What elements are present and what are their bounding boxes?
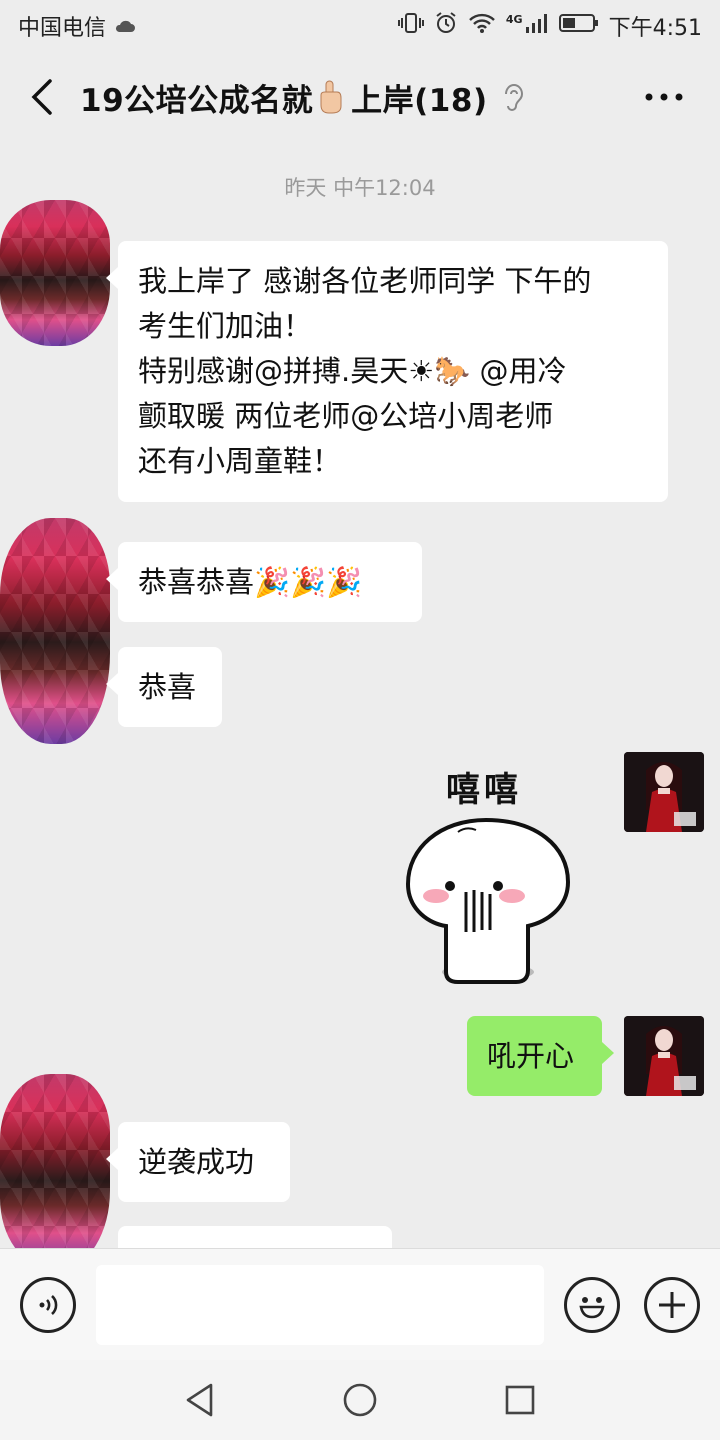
plus-icon bbox=[659, 1292, 685, 1318]
chat-title: 19公培公成名就 上岸(18) bbox=[80, 52, 524, 142]
triangle-back-icon bbox=[186, 1383, 213, 1417]
battery-icon bbox=[558, 13, 599, 39]
carrier-label: 中国电信 bbox=[18, 16, 107, 41]
vibrate-icon bbox=[397, 12, 424, 40]
message-line: 颤取暖 两位老师@公培小周老师 bbox=[138, 399, 554, 433]
cloud-icon bbox=[114, 14, 136, 39]
message-bubble[interactable]: 逆袭成功 bbox=[106, 1122, 290, 1202]
message-line: 考生们加油！ bbox=[138, 309, 313, 343]
message-line: 还有小周童鞋！ bbox=[138, 444, 342, 478]
network-type-label: 4G bbox=[505, 12, 523, 26]
chat-title-suffix: 上岸(18) bbox=[351, 82, 488, 119]
voice-waves-icon bbox=[39, 1295, 58, 1315]
woman-in-red-dress-avatar-icon bbox=[624, 1016, 704, 1096]
chat-title-prefix: 19公培公成名就 bbox=[80, 82, 314, 119]
sticker[interactable]: 嘻嘻 bbox=[396, 762, 576, 984]
circle-home-icon bbox=[343, 1383, 377, 1417]
signal-icon bbox=[525, 12, 549, 40]
emoji-button[interactable] bbox=[564, 1277, 620, 1333]
ear-icon bbox=[502, 82, 524, 112]
message-text: 恭喜 bbox=[138, 670, 197, 704]
message-input[interactable] bbox=[96, 1265, 544, 1345]
smiling-blob-icon bbox=[405, 817, 571, 984]
message-bubble[interactable]: 恭喜恭喜🎉🎉🎉 bbox=[106, 542, 422, 622]
avatar[interactable] bbox=[0, 1074, 110, 1248]
avatar[interactable] bbox=[0, 518, 110, 744]
smiley-icon bbox=[579, 1297, 605, 1319]
title-bar: 19公培公成名就 上岸(18) bbox=[0, 52, 720, 142]
back-button[interactable] bbox=[22, 74, 62, 120]
message-bubble[interactable] bbox=[118, 1226, 392, 1248]
square-recents-icon bbox=[505, 1385, 535, 1415]
more-options-button[interactable] bbox=[644, 80, 684, 114]
message-bubble-mine[interactable]: 吼开心 bbox=[467, 1016, 614, 1096]
voice-input-button[interactable] bbox=[20, 1277, 76, 1333]
status-right: 4G 下午4:51 bbox=[397, 10, 702, 42]
message-text: 逆袭成功 bbox=[138, 1145, 255, 1179]
pointing-finger-emoji-icon bbox=[315, 79, 345, 115]
nav-back-button[interactable] bbox=[178, 1378, 222, 1422]
status-left: 中国电信 bbox=[18, 10, 136, 42]
woman-in-red-dress-avatar-icon bbox=[624, 752, 704, 832]
message-text: 恭喜恭喜🎉🎉🎉 bbox=[138, 565, 363, 599]
message-bubble[interactable]: 我上岸了 感谢各位老师同学 下午的 考生们加油！ 特别感谢@拼搏.昊天☀🐎 @用… bbox=[106, 241, 668, 502]
nav-home-button[interactable] bbox=[338, 1378, 382, 1422]
more-functions-button[interactable] bbox=[644, 1277, 700, 1333]
nav-recents-button[interactable] bbox=[498, 1378, 542, 1422]
more-dots-icon bbox=[645, 93, 683, 101]
my-avatar[interactable] bbox=[624, 1016, 704, 1096]
message-bubble[interactable]: 恭喜 bbox=[106, 647, 222, 727]
clock-label: 下午4:51 bbox=[608, 16, 702, 41]
chat-area[interactable]: 昨天 中午12:04 我上岸了 感谢各位老师同学 下午的 考生们加油！ 特别感谢… bbox=[0, 142, 720, 1248]
avatar[interactable] bbox=[0, 200, 110, 346]
alarm-icon bbox=[434, 11, 458, 41]
chevron-left-icon bbox=[31, 79, 52, 115]
my-avatar[interactable] bbox=[624, 752, 704, 832]
message-line: 我上岸了 感谢各位老师同学 下午的 bbox=[138, 264, 592, 298]
input-bar bbox=[0, 1248, 720, 1360]
message-line: 特别感谢@拼搏.昊天☀🐎 @用冷 bbox=[138, 354, 567, 388]
status-bar: 中国电信 4G 下午4:51 bbox=[0, 0, 720, 52]
system-nav-bar bbox=[0, 1360, 720, 1440]
wifi-icon bbox=[468, 12, 496, 40]
message-text: 吼开心 bbox=[487, 1039, 575, 1073]
message-timestamp: 昨天 中午12:04 bbox=[284, 176, 436, 200]
